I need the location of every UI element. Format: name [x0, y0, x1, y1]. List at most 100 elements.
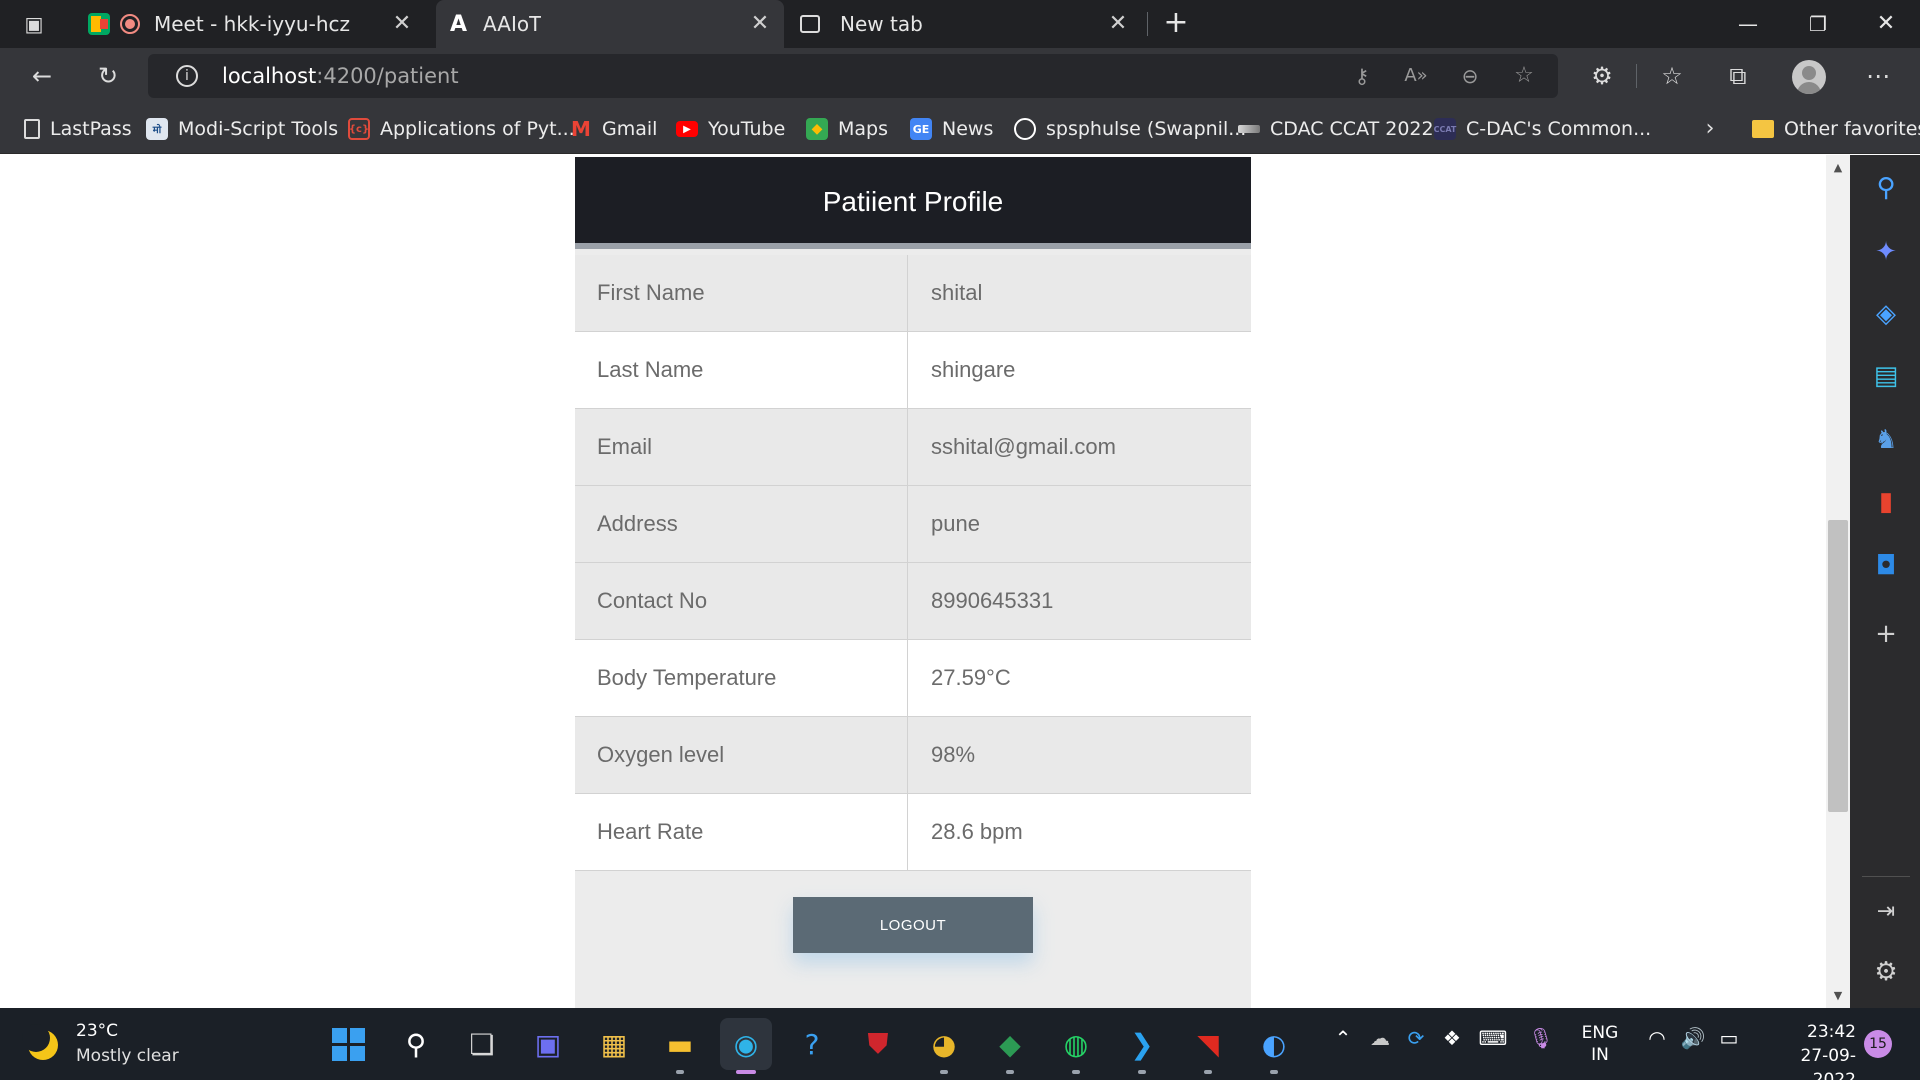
running-indicator — [1072, 1070, 1080, 1074]
store-icon[interactable]: ▦ — [588, 1018, 640, 1070]
scroll-down-arrow[interactable]: ▼ — [1826, 986, 1850, 1006]
games-icon[interactable]: ♞ — [1866, 420, 1906, 460]
close-icon[interactable]: ✕ — [1106, 12, 1130, 36]
field-value: 27.59°C — [931, 665, 1011, 690]
shopping-icon[interactable]: ◈ — [1866, 294, 1906, 334]
vscode-icon[interactable]: ❯ — [1116, 1018, 1168, 1070]
maps-app-icon[interactable]: ◆ — [984, 1018, 1036, 1070]
new-tab-icon — [800, 15, 820, 33]
tab-aaiot[interactable]: A AAIoT ✕ — [436, 0, 784, 48]
language-indicator[interactable]: ENG IN — [1572, 1022, 1628, 1066]
site-info-icon[interactable]: i — [176, 65, 198, 87]
search-icon[interactable]: ⚲ — [1866, 168, 1906, 208]
close-icon[interactable]: ✕ — [748, 12, 772, 36]
wifi-icon[interactable]: ◠ — [1642, 1026, 1672, 1050]
chrome-icon[interactable]: ◕ — [918, 1018, 970, 1070]
volume-icon[interactable]: 🔊 — [1678, 1026, 1708, 1050]
task-view-icon[interactable]: ❏ — [456, 1018, 508, 1070]
field-label: Email — [575, 409, 908, 485]
start-icon[interactable] — [322, 1018, 374, 1070]
clock-date: 27-09-2022 — [1800, 1046, 1856, 1090]
read-aloud-icon[interactable]: A» — [1394, 54, 1438, 98]
close-icon[interactable]: ✕ — [390, 12, 414, 36]
tab-new[interactable]: New tab ✕ — [800, 0, 1142, 48]
url-text[interactable]: localhost:4200/patient — [222, 58, 459, 94]
table-row: Contact No 8990645331 — [575, 563, 1251, 640]
scrollbar-thumb[interactable] — [1828, 520, 1848, 812]
close-window-button[interactable]: ✕ — [1866, 10, 1906, 38]
minimize-button[interactable]: — — [1728, 10, 1768, 38]
gmail-icon: M — [571, 117, 591, 141]
bookmark-github[interactable]: spsphulse (Swapnil... — [1014, 112, 1246, 146]
zoom-out-icon[interactable]: ⊖ — [1448, 54, 1492, 98]
bookmark-maps[interactable]: ◆ Maps — [806, 112, 888, 146]
collections-icon[interactable]: ⧉ — [1716, 54, 1760, 98]
weather-moon-icon[interactable] — [22, 1024, 64, 1064]
mcafee-icon[interactable]: ⛊ — [852, 1018, 904, 1070]
settings-icon[interactable]: ⚙ — [1866, 952, 1906, 992]
running-indicator — [940, 1070, 948, 1074]
url-host: localhost — [222, 64, 317, 88]
field-label: Oxygen level — [575, 717, 908, 793]
chevron-up-icon[interactable]: ⌃ — [1330, 1026, 1356, 1050]
bookmark-label: Modi-Script Tools — [178, 118, 339, 140]
field-value: shital — [931, 280, 983, 305]
bookmark-youtube[interactable]: ▶ YouTube — [676, 112, 785, 146]
hide-sidebar-icon[interactable]: ⇥ — [1866, 892, 1906, 932]
bookmark-modi-script[interactable]: मो Modi-Script Tools — [146, 112, 338, 146]
bookmark-label: CDAC CCAT 2022 — [1270, 118, 1434, 140]
bookmark-label: YouTube — [708, 118, 786, 140]
bookmark-applications[interactable]: {c} Applications of Pyt... — [348, 112, 575, 146]
bookmark-label: C-DAC's Common... — [1466, 118, 1652, 140]
field-label: First Name — [575, 255, 908, 331]
bookmark-lastpass[interactable]: LastPass — [24, 112, 132, 146]
bookmark-news[interactable]: GE News — [910, 112, 993, 146]
add-icon[interactable]: + — [1866, 614, 1906, 654]
file-explorer-icon[interactable]: ▬ — [654, 1018, 706, 1070]
logout-button[interactable]: LOGOUT — [793, 897, 1033, 953]
tools-icon[interactable]: ▤ — [1866, 356, 1906, 396]
tab-actions-icon[interactable]: ▣ — [22, 12, 46, 36]
new-tab-button[interactable]: + — [1160, 8, 1192, 40]
field-label: Body Temperature — [575, 640, 908, 716]
restore-button[interactable]: ❐ — [1798, 10, 1838, 38]
other-favorites[interactable]: Other favorites — [1752, 112, 1920, 146]
add-favorite-icon[interactable]: ☆ — [1502, 54, 1546, 98]
acrobat-icon[interactable]: ◥ — [1182, 1018, 1234, 1070]
office-icon[interactable]: ▮ — [1866, 482, 1906, 522]
scroll-up-arrow[interactable]: ▲ — [1826, 158, 1850, 178]
chevron-right-icon[interactable]: › — [1698, 112, 1722, 146]
search-icon[interactable]: ⚲ — [390, 1018, 442, 1070]
microphone-icon[interactable]: 🎙 — [1528, 1026, 1554, 1050]
outlook-icon[interactable]: ◘ — [1866, 546, 1906, 586]
favorites-icon[interactable]: ☆ — [1650, 54, 1694, 98]
sync-icon[interactable]: ⟳ — [1402, 1026, 1430, 1050]
battery-icon[interactable]: ▭ — [1714, 1026, 1744, 1050]
weather-desc[interactable]: Mostly clear — [76, 1046, 179, 1066]
back-button[interactable]: ← — [20, 54, 64, 98]
profile-title: Patiient Profile — [575, 157, 1251, 249]
notification-badge[interactable]: 15 — [1864, 1030, 1892, 1058]
clock[interactable]: 23:42 27-09-2022 — [1764, 1020, 1856, 1092]
bookmark-ccat[interactable]: CCAT C-DAC's Common... — [1434, 112, 1651, 146]
weather-temp[interactable]: 23°C — [76, 1021, 118, 1041]
google-meet-icon — [88, 13, 110, 35]
profile-avatar[interactable] — [1792, 60, 1826, 94]
edge-icon[interactable]: ◉ — [720, 1018, 772, 1070]
bookmark-gmail[interactable]: M Gmail — [570, 112, 657, 146]
dropbox-icon[interactable]: ❖ — [1438, 1026, 1466, 1050]
bookmark-cdac[interactable]: CDAC CCAT 2022 — [1238, 112, 1434, 146]
help-icon[interactable]: ? — [786, 1018, 838, 1070]
whatsapp-icon[interactable]: ◍ — [1050, 1018, 1102, 1070]
teams-chat-icon[interactable]: ▣ — [522, 1018, 574, 1070]
more-menu-icon[interactable]: ⋯ — [1856, 54, 1900, 98]
paint-icon[interactable]: ◐ — [1248, 1018, 1300, 1070]
keyboard-icon[interactable]: ⌨ — [1478, 1026, 1508, 1050]
code-icon: {c} — [348, 118, 370, 140]
tab-meet[interactable]: Meet - hkk-iyyu-hcz ✕ — [84, 0, 426, 48]
reload-button[interactable]: ↻ — [86, 54, 130, 98]
onedrive-icon[interactable]: ☁ — [1366, 1026, 1394, 1050]
extensions-icon[interactable]: ⚙ — [1580, 54, 1624, 98]
key-icon[interactable]: ⚷ — [1340, 54, 1384, 98]
discover-icon[interactable]: ✦ — [1866, 232, 1906, 272]
